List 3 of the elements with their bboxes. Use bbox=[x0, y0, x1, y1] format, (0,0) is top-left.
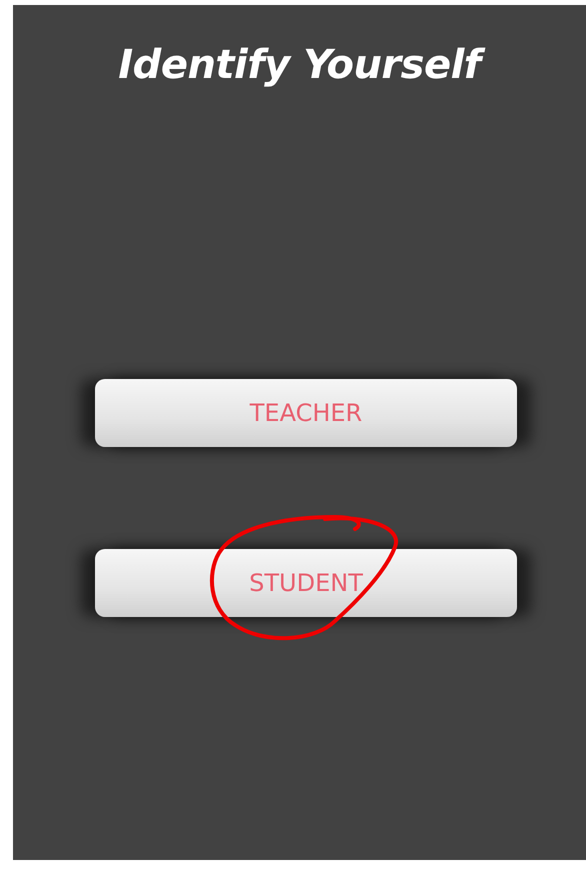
screen-title: Identify Yourself bbox=[13, 5, 586, 89]
role-button[interactable]: STUDENT bbox=[95, 549, 517, 617]
role-button[interactable]: TEACHER bbox=[95, 379, 517, 447]
